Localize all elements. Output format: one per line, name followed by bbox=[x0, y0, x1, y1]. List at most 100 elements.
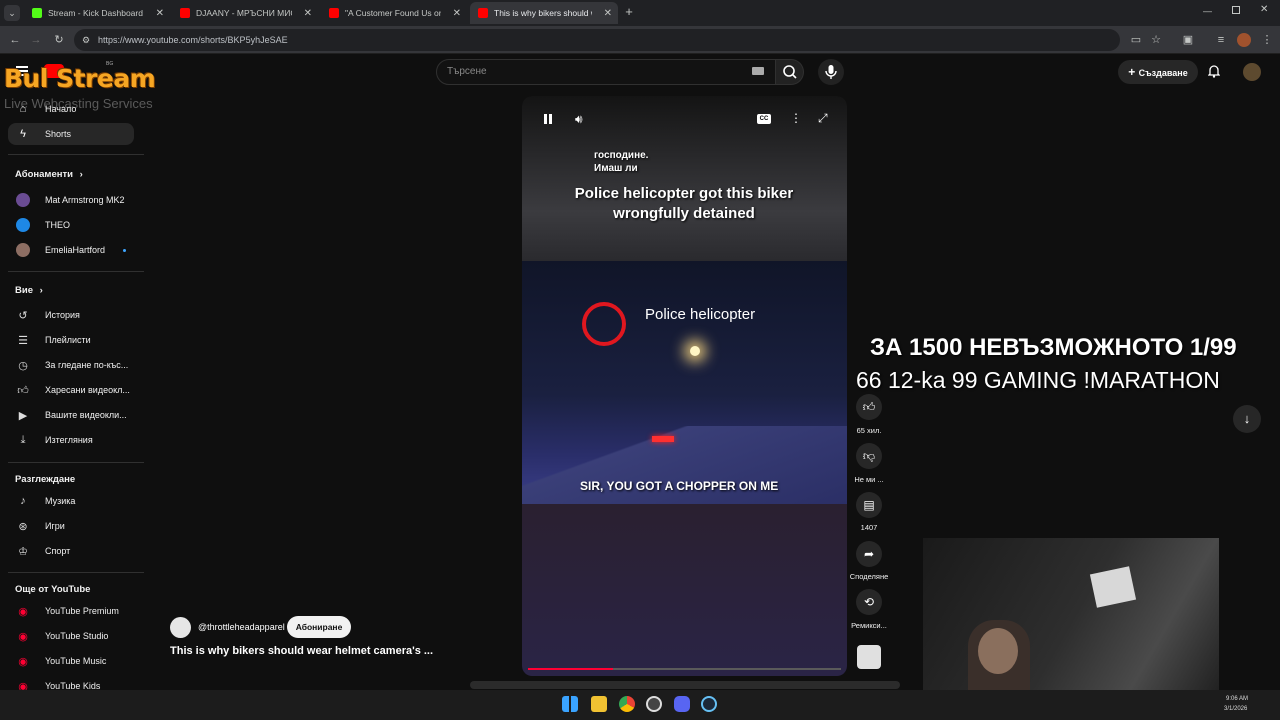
url-bar[interactable]: https://www.youtube.com/shorts/BKP5yhJeS… bbox=[74, 29, 1120, 51]
subscribe-button[interactable]: Абониране bbox=[287, 616, 351, 638]
close-window-icon[interactable]: ✕ bbox=[1260, 4, 1268, 15]
discord-icon[interactable] bbox=[674, 696, 690, 712]
browser-tab[interactable]: DJAANY - МРЪСНИ МИСЛИ (L ✕ bbox=[172, 2, 318, 24]
dislike-button[interactable]: 👎︎ bbox=[856, 443, 882, 469]
more-from-youtube-header: Още от YouTube bbox=[15, 584, 91, 595]
youtube-premium-icon: ◉ bbox=[18, 605, 28, 618]
channel-name[interactable]: @throttleheadapparel bbox=[198, 622, 285, 632]
sidebar-item-downloads[interactable]: ⤓ Изтегляния bbox=[8, 429, 134, 451]
chevron-right-icon: › bbox=[79, 169, 83, 180]
youtube-icon bbox=[180, 8, 190, 18]
sidebar-item-gaming[interactable]: ⊛ Игри bbox=[8, 515, 134, 537]
video-title[interactable]: This is why bikers should wear helmet ca… bbox=[170, 645, 433, 657]
obs-icon[interactable] bbox=[646, 696, 662, 712]
thumbs-down-icon: 👎︎ bbox=[862, 448, 876, 463]
sidebar-item-shorts[interactable]: ϟ Shorts bbox=[8, 123, 134, 145]
restore-icon[interactable] bbox=[1232, 6, 1240, 14]
remix-button[interactable]: ⟲ bbox=[856, 589, 882, 615]
dislike-label: Не ми ... bbox=[854, 475, 884, 484]
youtube-music-icon: ◉ bbox=[18, 655, 28, 668]
extensions-icon[interactable]: ▣ bbox=[1181, 33, 1195, 47]
sidebar-item-sports[interactable]: ♔ Спорт bbox=[8, 540, 134, 562]
sidebar: ⌂ Начало ϟ Shorts Абонаменти › Mat Armst… bbox=[0, 90, 145, 693]
subscription-item[interactable]: THEO bbox=[8, 214, 134, 236]
browser-tab[interactable]: Stream - Kick Dashboard ✕ bbox=[24, 2, 170, 24]
close-tab-icon[interactable]: ✕ bbox=[453, 8, 461, 19]
clock-date[interactable]: 3/1/2026 bbox=[1224, 706, 1247, 712]
you-header[interactable]: Вие › bbox=[15, 285, 43, 296]
forward-icon[interactable]: → bbox=[29, 33, 43, 47]
subscription-item[interactable]: EmeliaHartford bbox=[8, 239, 134, 261]
softbox-light bbox=[1089, 566, 1137, 608]
sidebar-item-youtube-studio[interactable]: ◉ YouTube Studio bbox=[8, 625, 134, 647]
sidebar-item-watch-later[interactable]: ◷ За гледане по-къс... bbox=[8, 354, 134, 376]
steam-icon[interactable] bbox=[701, 696, 717, 712]
install-app-icon[interactable]: ▭ bbox=[1129, 33, 1143, 47]
captions-button[interactable]: CC bbox=[757, 114, 771, 124]
subscriptions-header[interactable]: Абонаменти › bbox=[15, 169, 83, 180]
next-short-button[interactable]: ↓ bbox=[1233, 405, 1261, 433]
close-tab-icon[interactable]: ✕ bbox=[156, 8, 164, 19]
create-button[interactable]: + Създаване bbox=[1118, 60, 1198, 84]
voice-search-button[interactable] bbox=[818, 59, 844, 85]
pause-button[interactable] bbox=[542, 113, 554, 125]
bookmark-star-icon[interactable]: ☆ bbox=[1149, 33, 1163, 47]
sidebar-item-label: YouTube Studio bbox=[45, 631, 109, 641]
sidebar-item-youtube-premium[interactable]: ◉ YouTube Premium bbox=[8, 600, 134, 622]
tab-label: DJAANY - МРЪСНИ МИСЛИ (L bbox=[196, 8, 292, 18]
search-button[interactable] bbox=[776, 59, 804, 85]
chrome-menu-icon[interactable]: ⋮ bbox=[1260, 33, 1274, 47]
account-avatar[interactable] bbox=[1243, 63, 1261, 81]
browser-tab-active[interactable]: This is why bikers should w ✕ bbox=[470, 2, 618, 24]
remix-label: Ремикси... bbox=[851, 621, 887, 630]
sidebar-item-your-videos[interactable]: ▶ Вашите видеокли... bbox=[8, 404, 134, 426]
reload-icon[interactable]: ↻ bbox=[52, 33, 66, 47]
overlay-ticker-line1: ЗА 1500 НЕВЪЗМОЖНОТО 1/99 bbox=[870, 334, 1237, 361]
sound-thumbnail[interactable] bbox=[857, 645, 881, 669]
sidebar-item-label: Вашите видеокли... bbox=[45, 410, 127, 420]
sidebar-item-youtube-music[interactable]: ◉ YouTube Music bbox=[8, 650, 134, 672]
sidebar-item-history[interactable]: ↺ История bbox=[8, 304, 134, 326]
back-icon[interactable]: ← bbox=[8, 33, 22, 47]
video-tag-label: Police helicopter bbox=[645, 306, 756, 323]
browser-tab[interactable]: "A Customer Found Us on Yelp ✕ bbox=[321, 2, 467, 24]
media-control-icon[interactable]: ≡ bbox=[1214, 33, 1228, 47]
sidebar-divider bbox=[8, 572, 144, 573]
minimize-icon[interactable]: — bbox=[1203, 6, 1212, 16]
keyboard-icon[interactable] bbox=[752, 67, 764, 75]
chrome-icon[interactable] bbox=[619, 696, 635, 712]
share-button[interactable]: ➦ bbox=[856, 541, 882, 567]
tab-label: This is why bikers should w bbox=[494, 8, 592, 18]
clock-time[interactable]: 9:06 AM bbox=[1226, 696, 1248, 702]
new-tab-button[interactable]: + bbox=[622, 5, 636, 19]
arrow-down-icon: ↓ bbox=[1243, 411, 1251, 426]
close-tab-icon[interactable]: ✕ bbox=[304, 8, 312, 19]
sidebar-item-liked[interactable]: 👍︎ Харесани видеокл... bbox=[8, 379, 134, 401]
windows-taskbar bbox=[0, 690, 1280, 720]
explore-header: Разглеждане bbox=[15, 474, 76, 485]
subscription-item[interactable]: Mat Armstrong MK2 bbox=[8, 189, 134, 211]
fullscreen-icon[interactable]: ⤢ bbox=[818, 111, 828, 126]
subscription-label: Mat Armstrong MK2 bbox=[45, 195, 125, 205]
comments-button[interactable]: ▤ bbox=[856, 492, 882, 518]
sidebar-item-home[interactable]: ⌂ Начало bbox=[8, 98, 134, 120]
pause-icon bbox=[544, 114, 547, 124]
sidebar-item-label: Начало bbox=[45, 104, 77, 114]
site-info-icon[interactable]: ⚙ bbox=[79, 33, 93, 47]
search-input[interactable]: Търсене bbox=[436, 59, 776, 85]
sidebar-item-playlists[interactable]: ☰ Плейлисти bbox=[8, 329, 134, 351]
sidebar-divider bbox=[8, 462, 144, 463]
tab-search-button[interactable]: ⌄ bbox=[4, 5, 20, 21]
clock-icon: ◷ bbox=[18, 359, 28, 372]
more-options-icon[interactable]: ⋮ bbox=[790, 111, 802, 125]
like-button[interactable]: 👍︎ bbox=[856, 394, 882, 420]
file-explorer-icon[interactable] bbox=[591, 696, 607, 712]
channel-avatar[interactable] bbox=[170, 617, 191, 638]
volume-icon[interactable]: 🔊︎ bbox=[575, 112, 583, 127]
shorts-player[interactable]: Police helicopter bbox=[522, 96, 847, 676]
notifications-bell-icon[interactable] bbox=[1207, 64, 1221, 78]
profile-avatar[interactable] bbox=[1237, 33, 1251, 47]
close-tab-icon[interactable]: ✕ bbox=[604, 8, 612, 19]
sidebar-item-music[interactable]: ♪ Музика bbox=[8, 490, 134, 512]
windows-start-icon[interactable] bbox=[562, 696, 578, 712]
